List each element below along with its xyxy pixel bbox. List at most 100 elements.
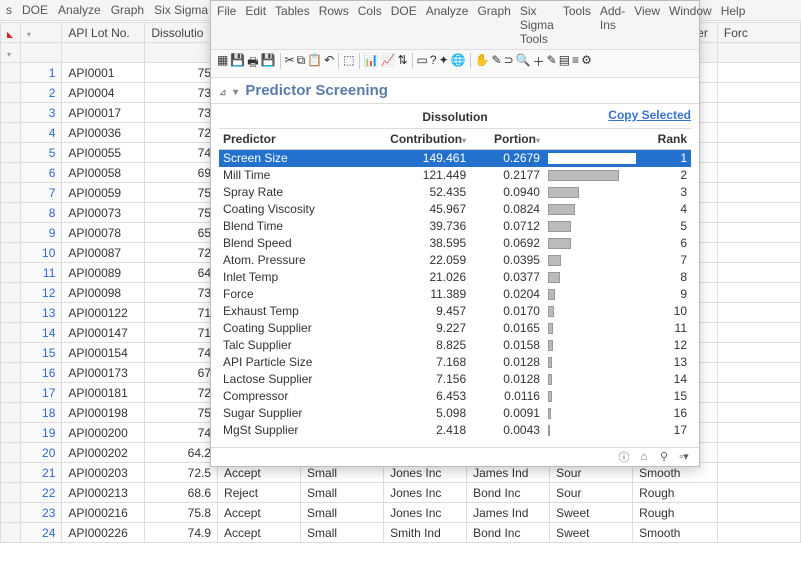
table-row[interactable]: 23API00021675.8AcceptSmallJones IncJames… bbox=[1, 503, 801, 523]
row-marker[interactable] bbox=[1, 123, 21, 143]
menu-file[interactable]: File bbox=[217, 4, 236, 46]
menu-add-ins[interactable]: Add-Ins bbox=[600, 4, 625, 46]
gear-icon[interactable]: ⚙ bbox=[581, 53, 592, 74]
predictor-row[interactable]: Compressor6.4530.011615 bbox=[219, 388, 691, 405]
menu-six-sigma-tools[interactable]: Six Sigma Tools bbox=[520, 4, 554, 46]
hand-icon[interactable]: ✋ bbox=[475, 53, 490, 74]
corner-disclosure[interactable]: ◣ bbox=[1, 23, 21, 43]
predictor-row[interactable]: Lactose Supplier7.1560.012814 bbox=[219, 371, 691, 388]
menu-analyze[interactable]: Analyze bbox=[58, 3, 101, 17]
menu-s[interactable]: s bbox=[6, 3, 12, 17]
open-icon[interactable]: ▦ bbox=[217, 53, 228, 74]
row-marker[interactable] bbox=[1, 283, 21, 303]
cut-icon[interactable]: ✂ bbox=[285, 53, 295, 74]
edit-icon[interactable]: ✎ bbox=[547, 53, 557, 74]
row-marker[interactable] bbox=[1, 383, 21, 403]
menu-tools[interactable]: Tools bbox=[563, 4, 591, 46]
row-marker[interactable] bbox=[1, 223, 21, 243]
row-marker[interactable] bbox=[1, 83, 21, 103]
dist-icon[interactable]: ⇅ bbox=[397, 53, 407, 74]
zoom-icon[interactable]: 🔍 bbox=[516, 53, 531, 74]
save-as-icon[interactable]: 💾 bbox=[261, 53, 276, 74]
predictor-row[interactable]: Mill Time121.4490.21772 bbox=[219, 167, 691, 184]
row-marker[interactable] bbox=[1, 243, 21, 263]
brush-icon[interactable]: ✎ bbox=[492, 53, 502, 74]
row-marker[interactable] bbox=[1, 63, 21, 83]
row-marker[interactable] bbox=[1, 503, 21, 523]
format-icon[interactable]: ⬚ bbox=[343, 53, 354, 74]
row-marker[interactable] bbox=[1, 403, 21, 423]
predictor-row[interactable]: Coating Supplier9.2270.016511 bbox=[219, 320, 691, 337]
crosshair-icon[interactable]: ＋ bbox=[533, 53, 545, 74]
col-rownum[interactable]: ▾ bbox=[20, 23, 62, 43]
row-marker[interactable] bbox=[1, 423, 21, 443]
col-contribution[interactable]: Contribution▾ bbox=[355, 129, 470, 150]
info-icon[interactable]: ✦ bbox=[439, 53, 449, 74]
menu-rows[interactable]: Rows bbox=[319, 4, 349, 46]
row-marker[interactable] bbox=[1, 323, 21, 343]
predictors-table[interactable]: Predictor Contribution▾ Portion▾ Rank Sc… bbox=[219, 129, 691, 439]
row-marker[interactable] bbox=[1, 363, 21, 383]
table-icon[interactable]: ▤ bbox=[559, 53, 570, 74]
row-marker[interactable] bbox=[1, 203, 21, 223]
info-status-icon[interactable]: ⓘ bbox=[617, 450, 631, 464]
predictor-row[interactable]: API Particle Size7.1680.012813 bbox=[219, 354, 691, 371]
row-marker[interactable] bbox=[1, 523, 21, 543]
pin-status-icon[interactable]: ⚲ bbox=[657, 450, 671, 464]
col-rank[interactable]: Rank bbox=[640, 129, 691, 150]
row-marker[interactable] bbox=[1, 143, 21, 163]
menu-tables[interactable]: Tables bbox=[275, 4, 310, 46]
row-marker[interactable] bbox=[1, 263, 21, 283]
analyze-icon[interactable]: 📊 bbox=[364, 53, 379, 74]
red-tri-icon[interactable]: ▾ bbox=[233, 87, 238, 98]
predictor-row[interactable]: Inlet Temp21.0260.03778 bbox=[219, 269, 691, 286]
help-icon[interactable]: ? bbox=[430, 53, 437, 74]
row-marker[interactable] bbox=[1, 303, 21, 323]
graph-icon[interactable]: 📈 bbox=[381, 53, 396, 74]
predictor-row[interactable]: Force11.3890.02049 bbox=[219, 286, 691, 303]
row-marker[interactable] bbox=[1, 343, 21, 363]
menu-doe[interactable]: DOE bbox=[22, 3, 48, 17]
row-marker[interactable] bbox=[1, 443, 21, 463]
select-all-rows[interactable]: ▾ bbox=[1, 43, 21, 63]
disclosure-icon[interactable]: ⊿ bbox=[219, 87, 229, 98]
menu-window[interactable]: Window bbox=[669, 4, 712, 46]
col-portion[interactable]: Portion▾ bbox=[470, 129, 544, 150]
col-api-lot[interactable]: API Lot No. bbox=[62, 23, 145, 43]
menu-graph[interactable]: Graph bbox=[477, 4, 510, 46]
predictor-row[interactable]: MgSt Supplier2.4180.004317 bbox=[219, 422, 691, 439]
menu-doe[interactable]: DOE bbox=[391, 4, 417, 46]
world-icon[interactable]: 🌐 bbox=[451, 53, 466, 74]
row-marker[interactable] bbox=[1, 483, 21, 503]
print-icon[interactable]: 🖶 bbox=[247, 53, 258, 74]
col-dissolution[interactable]: Dissolutio bbox=[145, 23, 218, 43]
predictor-row[interactable]: Atom. Pressure22.0590.03957 bbox=[219, 252, 691, 269]
paste-icon[interactable]: 📋 bbox=[307, 53, 322, 74]
menu-help[interactable]: Help bbox=[721, 4, 746, 46]
lines-icon[interactable]: ≡ bbox=[572, 53, 579, 74]
undo-icon[interactable]: ↶ bbox=[324, 53, 334, 74]
save-icon[interactable]: 💾 bbox=[230, 53, 245, 74]
table-row[interactable]: 22API00021368.6RejectSmallJones IncBond … bbox=[1, 483, 801, 503]
col-predictor[interactable]: Predictor bbox=[219, 129, 355, 150]
row-marker[interactable] bbox=[1, 163, 21, 183]
predictor-row[interactable]: Coating Viscosity45.9670.08244 bbox=[219, 201, 691, 218]
menu-analyze[interactable]: Analyze bbox=[426, 4, 469, 46]
predictor-row[interactable]: Talc Supplier8.8250.015812 bbox=[219, 337, 691, 354]
menu-graph[interactable]: Graph bbox=[111, 3, 144, 17]
predictor-screening-window[interactable]: FileEditTablesRowsColsDOEAnalyzeGraphSix… bbox=[210, 0, 700, 467]
predictor-row[interactable]: Blend Time39.7360.07125 bbox=[219, 218, 691, 235]
predictor-row[interactable]: Sugar Supplier5.0980.009116 bbox=[219, 405, 691, 422]
row-marker[interactable] bbox=[1, 183, 21, 203]
table-row[interactable]: 24API00022674.9AcceptSmallSmith IndBond … bbox=[1, 523, 801, 543]
panel-title[interactable]: ⊿ ▾ Predictor Screening bbox=[211, 78, 699, 104]
row-marker[interactable] bbox=[1, 103, 21, 123]
copy-icon[interactable]: ⧉ bbox=[297, 53, 306, 74]
predictor-row[interactable]: Blend Speed38.5950.06926 bbox=[219, 235, 691, 252]
resize-grip-icon[interactable]: ▫▾ bbox=[677, 450, 691, 464]
row-marker[interactable] bbox=[1, 463, 21, 483]
predictor-row[interactable]: Exhaust Temp9.4570.017010 bbox=[219, 303, 691, 320]
menu-edit[interactable]: Edit bbox=[245, 4, 266, 46]
menu-view[interactable]: View bbox=[634, 4, 660, 46]
predictor-row[interactable]: Spray Rate52.4350.09403 bbox=[219, 184, 691, 201]
